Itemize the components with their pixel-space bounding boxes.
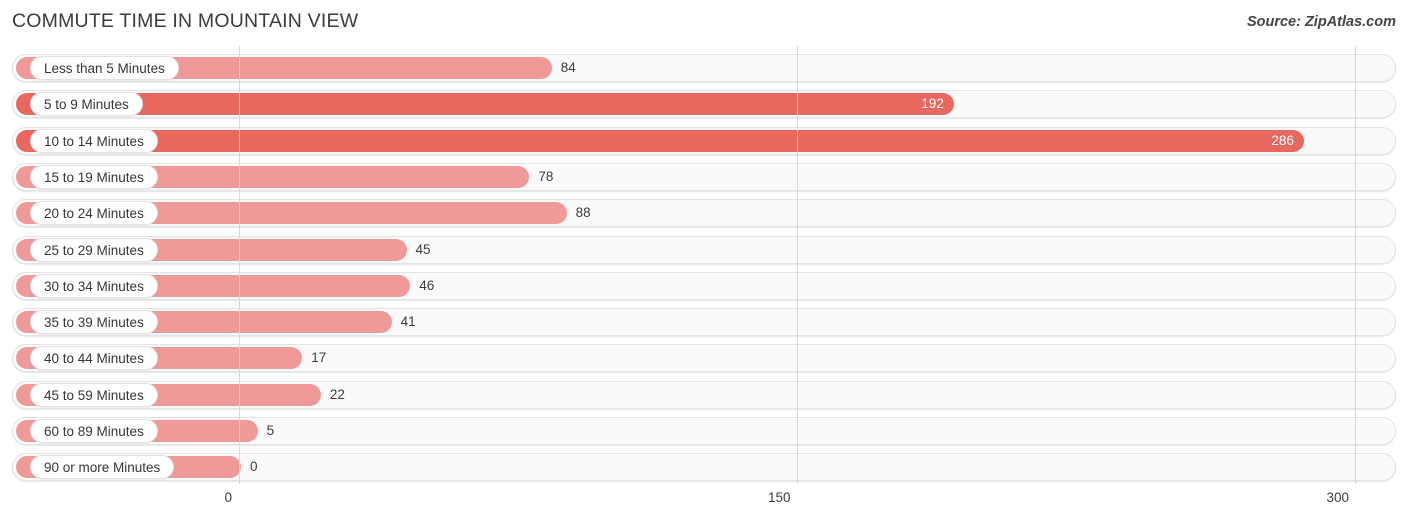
bar-value-outside: 5 [266, 423, 275, 438]
bar-category-label: 5 to 9 Minutes [30, 92, 143, 117]
bar-category-label: 15 to 19 Minutes [30, 164, 158, 189]
bar-category-label: 35 to 39 Minutes [30, 310, 158, 335]
bar-row[interactable]: 10 to 14 Minutes 286 [12, 126, 1396, 155]
bar-value-outside: 84 [560, 60, 576, 75]
x-axis-tick-150: 150 [767, 490, 791, 505]
bar-value-outside: 88 [575, 205, 591, 221]
bar-value-outside: 41 [400, 314, 416, 330]
bar-category-label: 30 to 34 Minutes [30, 273, 158, 298]
bar-value-inside: 286 [1271, 132, 1294, 148]
bar-value-outside: 0 [250, 459, 258, 475]
bar-row[interactable]: 20 to 24 Minutes 88 [12, 199, 1396, 228]
bar-row[interactable]: Less than 5 Minutes 84 [12, 54, 1396, 82]
page-title: COMMUTE TIME IN MOUNTAIN VIEW [12, 10, 359, 32]
bar-fill [16, 129, 1304, 152]
bar-value-outside: 17 [311, 350, 327, 366]
source-attribution: Source: ZipAtlas.com [1246, 14, 1396, 30]
bar-category-label: 20 to 24 Minutes [30, 201, 158, 226]
bar-row[interactable]: 25 to 29 Minutes 45 [12, 235, 1396, 264]
bar-value-inside: 192 [921, 96, 944, 112]
bar-row[interactable]: 90 or more Minutes 0 [12, 453, 1396, 482]
bar-value-outside: 46 [419, 277, 435, 293]
bar-category-label: 60 to 89 Minutes [30, 419, 158, 443]
bar-row[interactable]: 35 to 39 Minutes 41 [12, 308, 1396, 337]
chart-header: COMMUTE TIME IN MOUNTAIN VIEW Source: Zi… [0, 0, 1406, 46]
bar-category-label: 45 to 59 Minutes [30, 382, 158, 407]
x-axis: 0 150 300 [0, 484, 1406, 523]
bar-value-outside: 22 [329, 386, 345, 402]
bar-row[interactable]: 5 to 9 Minutes 192 [12, 90, 1396, 119]
bar-row[interactable]: 45 to 59 Minutes 22 [12, 380, 1396, 409]
x-axis-tick-0: 0 [224, 490, 232, 505]
bar-value-outside: 78 [538, 168, 554, 184]
bar-value-outside: 45 [415, 241, 431, 257]
bar-row[interactable]: 40 to 44 Minutes 17 [12, 344, 1396, 373]
chart-plot-area: Less than 5 Minutes 84 5 to 9 Minutes 192 10… [0, 46, 1406, 484]
bar-row[interactable]: 60 to 89 Minutes 5 [12, 417, 1396, 445]
bar-row[interactable]: 15 to 19 Minutes 78 [12, 162, 1396, 191]
bar-category-label: 40 to 44 Minutes [30, 346, 158, 371]
x-axis-tick-300: 300 [1326, 490, 1349, 505]
bar-row[interactable]: 30 to 34 Minutes 46 [12, 271, 1396, 300]
bar-category-label: Less than 5 Minutes [30, 56, 179, 80]
bar-category-label: 10 to 14 Minutes [30, 128, 158, 153]
bar-category-label: 25 to 29 Minutes [30, 237, 158, 262]
bar-fill [16, 93, 954, 116]
bar-category-label: 90 or more Minutes [30, 455, 175, 480]
